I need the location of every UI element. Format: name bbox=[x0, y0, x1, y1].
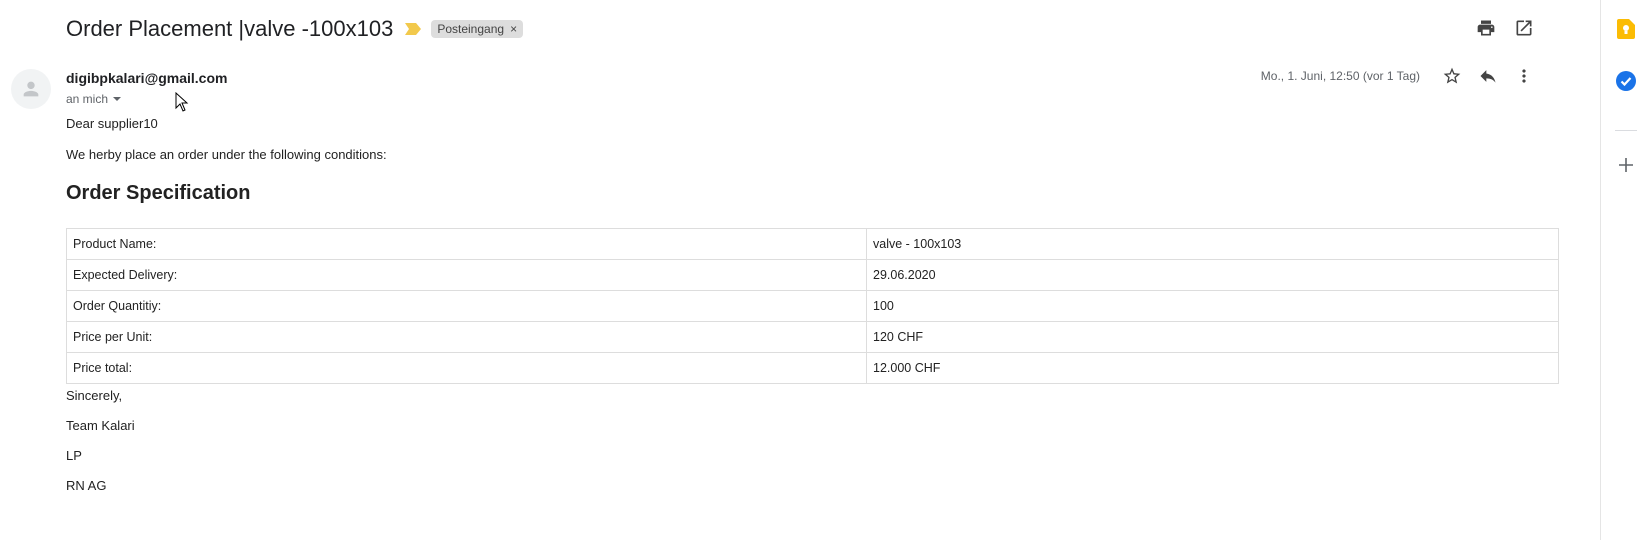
table-row: Price total: 12.000 CHF bbox=[66, 352, 1559, 384]
closing-line: Sincerely, bbox=[66, 388, 123, 403]
more-vert-icon bbox=[1522, 69, 1526, 83]
intro-text: We herby place an order under the follow… bbox=[66, 147, 387, 162]
side-divider bbox=[1615, 130, 1637, 131]
message-meta: Mo., 1. Juni, 12:50 (vor 1 Tag) bbox=[1261, 64, 1536, 88]
subject-row: Order Placement |valve -100x103 Posteing… bbox=[66, 14, 524, 44]
email-view: Order Placement |valve -100x103 Posteing… bbox=[0, 0, 1600, 540]
reply-icon bbox=[1480, 70, 1496, 83]
message-date: Mo., 1. Juni, 12:50 (vor 1 Tag) bbox=[1260, 69, 1420, 83]
row-value: 100 bbox=[866, 290, 1559, 322]
row-label: Product Name: bbox=[66, 228, 867, 260]
greeting: Dear supplier10 bbox=[66, 116, 158, 131]
more-options-button[interactable] bbox=[1512, 64, 1536, 88]
caret-down-icon bbox=[113, 97, 122, 101]
sender-avatar[interactable] bbox=[11, 69, 51, 109]
closing-line: RN AG bbox=[66, 478, 107, 493]
closing-line: Team Kalari bbox=[66, 418, 135, 433]
open-in-new-window-icon bbox=[1516, 20, 1532, 36]
table-row: Order Quantitiy: 100 bbox=[66, 290, 1559, 322]
row-value: 12.000 CHF bbox=[866, 352, 1559, 384]
recipient-text: an mich bbox=[66, 92, 109, 106]
table-row: Product Name: valve - 100x103 bbox=[66, 228, 1559, 260]
recipient-details-toggle[interactable]: an mich bbox=[66, 92, 122, 106]
remove-label-button[interactable]: × bbox=[510, 22, 517, 36]
row-label: Expected Delivery: bbox=[66, 259, 867, 291]
add-addon-button[interactable] bbox=[1615, 154, 1637, 176]
row-label: Price total: bbox=[66, 352, 867, 384]
person-icon bbox=[23, 81, 39, 97]
email-subject: Order Placement |valve -100x103 bbox=[66, 16, 394, 41]
row-value: 29.06.2020 bbox=[866, 259, 1559, 291]
top-actions bbox=[1474, 16, 1536, 40]
importance-marker-icon[interactable] bbox=[405, 23, 422, 35]
reply-button[interactable] bbox=[1476, 64, 1500, 88]
side-panel bbox=[1600, 0, 1651, 540]
row-value: valve - 100x103 bbox=[866, 228, 1559, 260]
star-button[interactable] bbox=[1440, 64, 1464, 88]
add-icon bbox=[1619, 158, 1633, 172]
tasks-button[interactable] bbox=[1615, 70, 1637, 92]
closing-line: LP bbox=[66, 448, 82, 463]
mouse-pointer-icon bbox=[175, 92, 189, 112]
table-row: Price per Unit: 120 CHF bbox=[66, 321, 1559, 353]
inbox-label-chip: Posteingang × bbox=[431, 20, 524, 38]
row-value: 120 CHF bbox=[866, 321, 1559, 353]
table-row: Expected Delivery: 29.06.2020 bbox=[66, 259, 1559, 291]
order-heading: Order Specification bbox=[66, 182, 251, 204]
label-text: Posteingang bbox=[437, 22, 505, 36]
open-in-new-window-button[interactable] bbox=[1512, 16, 1536, 40]
row-label: Order Quantitiy: bbox=[66, 290, 867, 322]
order-table: Product Name: valve - 100x103 Expected D… bbox=[66, 228, 1559, 384]
print-button[interactable] bbox=[1474, 16, 1498, 40]
keep-icon bbox=[1617, 19, 1635, 39]
sender-address[interactable]: digibpkalari@gmail.com bbox=[66, 70, 227, 86]
keep-button[interactable] bbox=[1615, 18, 1637, 40]
print-icon bbox=[1477, 20, 1495, 36]
row-label: Price per Unit: bbox=[66, 321, 867, 353]
tasks-icon bbox=[1616, 71, 1636, 91]
star-icon bbox=[1443, 67, 1461, 84]
